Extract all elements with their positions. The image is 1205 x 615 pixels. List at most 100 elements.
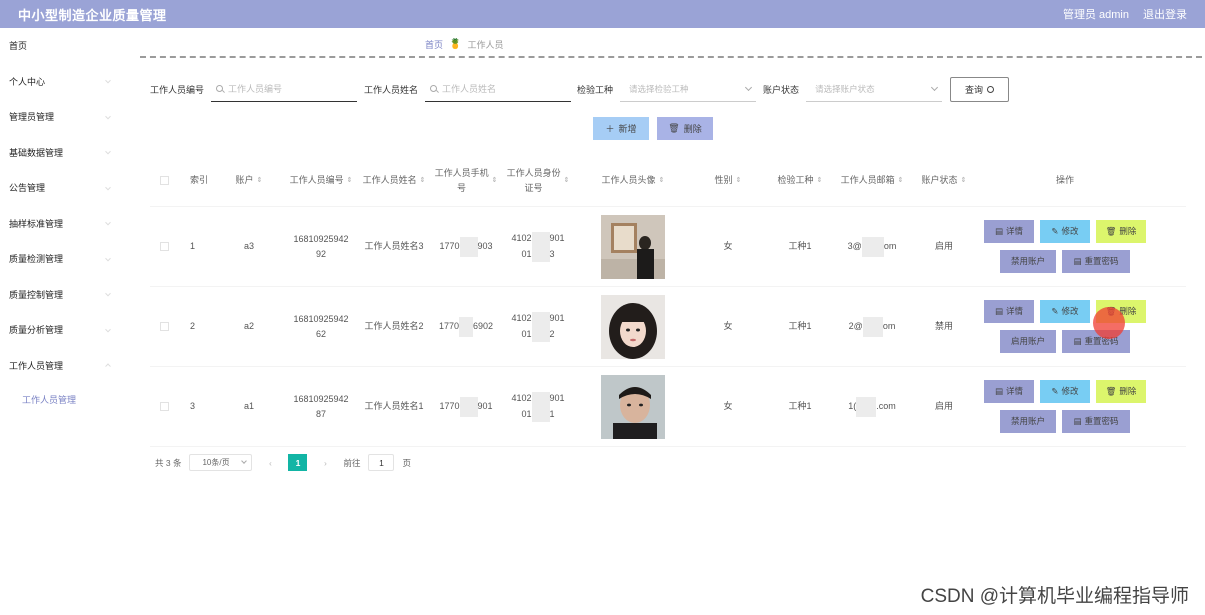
header-staff-name[interactable]: 工作人员姓名 ⇕ xyxy=(358,155,430,206)
add-button[interactable]: ＋新增 xyxy=(593,117,649,140)
detail-button[interactable]: ▤ 详情 xyxy=(984,220,1034,243)
staff-id-line2: 87 xyxy=(315,408,326,419)
reset-password-button[interactable]: ▤ 重置密码 xyxy=(1062,410,1130,433)
staff-id-input[interactable]: 工作人员编号 xyxy=(211,77,358,102)
header-label: 操作 xyxy=(1055,175,1074,185)
sidebar-item-notice[interactable]: 公告管理 xyxy=(0,170,122,206)
pagination: 共 3 条 10条/页 ‹ 1 › 前往 1 页 xyxy=(155,454,411,471)
toggle-account-button[interactable]: 禁用账户 xyxy=(1000,250,1056,273)
sidebar-subitem-staff-management[interactable]: 工作人员管理 xyxy=(0,383,122,415)
query-button[interactable]: 查询 xyxy=(950,77,1009,102)
document-icon: ▤ xyxy=(1073,336,1082,346)
watermark: CSDN @计算机毕业编程指导师 xyxy=(920,586,1189,607)
sidebar-item-admin[interactable]: 管理员管理 xyxy=(0,99,122,135)
account-status-select[interactable]: 请选择账户状态 xyxy=(806,77,943,102)
header-email[interactable]: 工作人员邮箱 ⇕ xyxy=(836,155,908,206)
sort-icon[interactable]: ⇕ xyxy=(257,173,263,188)
header-label: 索引 xyxy=(190,175,209,185)
search-icon xyxy=(216,85,224,92)
redaction xyxy=(531,246,550,262)
sort-icon[interactable]: ⇕ xyxy=(347,173,353,188)
sidebar-item-home[interactable]: 首页 xyxy=(0,28,122,64)
sort-icon[interactable]: ⇕ xyxy=(492,173,498,188)
action-row: ＋新增 🗑 删除 xyxy=(593,117,713,140)
sidebar-item-quality-analysis[interactable]: 质量分析管理 xyxy=(0,312,122,348)
redaction xyxy=(459,236,478,257)
toggle-account-button[interactable]: 启用账户 xyxy=(1000,330,1056,353)
app-title: 中小型制造企业质量管理 xyxy=(18,7,167,23)
select-all-checkbox[interactable] xyxy=(159,176,169,185)
header-phone[interactable]: 工作人员手机号 ⇕ xyxy=(430,155,502,206)
detail-button[interactable]: ▤ 详情 xyxy=(984,380,1034,403)
header-idcard[interactable]: 工作人员身份证号 ⇕ xyxy=(502,155,574,206)
toggle-account-button[interactable]: 禁用账户 xyxy=(1000,410,1056,433)
header-gender[interactable]: 性别 ⇕ xyxy=(692,155,764,206)
row-checkbox[interactable] xyxy=(159,402,169,411)
sidebar-item-profile[interactable]: 个人中心 xyxy=(0,64,122,100)
delete-label: 删除 xyxy=(1119,386,1137,396)
row-checkbox-cell xyxy=(150,367,178,446)
page-size-select[interactable]: 10条/页 xyxy=(189,454,253,471)
cell-phone: 1770 6902 xyxy=(430,287,502,366)
pencil-icon: ✎ xyxy=(1051,386,1059,396)
cell-account: a3 xyxy=(243,241,254,251)
header-label: 工作人员身份证号 xyxy=(506,167,561,193)
row-checkbox[interactable] xyxy=(159,242,169,251)
inspection-type-select[interactable]: 请选择检验工种 xyxy=(620,77,757,102)
reset-password-label: 重置密码 xyxy=(1084,416,1119,426)
header-staff-id[interactable]: 工作人员编号 ⇕ xyxy=(284,155,358,206)
batch-delete-button[interactable]: 🗑 删除 xyxy=(657,117,713,140)
phone-prefix: 1770 xyxy=(439,401,460,411)
sort-icon[interactable]: ⇕ xyxy=(817,173,823,188)
trash-icon: 🗑 xyxy=(1105,226,1117,236)
logout-link[interactable]: 退出登录 xyxy=(1143,6,1187,22)
sidebar-item-label: 质量检测管理 xyxy=(9,254,64,265)
header-status[interactable]: 账户状态 ⇕ xyxy=(908,155,980,206)
sort-icon[interactable]: ⇕ xyxy=(564,173,570,188)
next-page-icon[interactable]: › xyxy=(315,458,335,468)
header-label: 性别 xyxy=(714,175,733,185)
breadcrumb-home[interactable]: 首页 xyxy=(425,38,443,51)
sidebar-item-quality-check[interactable]: 质量检测管理 xyxy=(0,241,122,277)
idcard-part: 4102 xyxy=(511,313,532,324)
sort-icon[interactable]: ⇕ xyxy=(420,173,426,188)
sidebar-item-basic-data[interactable]: 基础数据管理 xyxy=(0,135,122,171)
detail-button[interactable]: ▤ 详情 xyxy=(984,300,1034,323)
inspection-type-placeholder: 请选择检验工种 xyxy=(629,83,689,94)
staff-name-input[interactable]: 工作人员姓名 xyxy=(425,77,572,102)
operations-row: ▤详情 ✎修改 🗑删除 xyxy=(984,220,1146,243)
avatar[interactable] xyxy=(601,294,665,359)
sidebar-item-sampling[interactable]: 抽样标准管理 xyxy=(0,206,122,242)
toggle-account-label: 禁用账户 xyxy=(1010,256,1045,266)
plus-icon: ＋ xyxy=(605,124,615,134)
staff-id-line1: 16810925942 xyxy=(293,233,349,244)
sort-icon[interactable]: ⇕ xyxy=(898,173,904,188)
sidebar-item-quality-control[interactable]: 质量控制管理 xyxy=(0,277,122,313)
add-button-label: 新增 xyxy=(618,124,637,134)
header-inspection-type[interactable]: 检验工种 ⇕ xyxy=(764,155,836,206)
prev-page-icon[interactable]: ‹ xyxy=(260,458,280,468)
delete-button[interactable]: 🗑删除 xyxy=(1096,380,1146,403)
edit-button[interactable]: ✎ 修改 xyxy=(1040,300,1090,323)
row-checkbox[interactable] xyxy=(159,322,169,331)
reset-password-label: 重置密码 xyxy=(1084,256,1119,266)
delete-button[interactable]: 🗑删除 xyxy=(1096,220,1146,243)
sort-icon[interactable]: ⇕ xyxy=(659,173,665,188)
admin-label[interactable]: 管理员 admin xyxy=(1063,6,1129,22)
edit-button[interactable]: ✎ 修改 xyxy=(1040,380,1090,403)
idcard-part: 1 xyxy=(549,408,555,419)
avatar[interactable] xyxy=(601,374,665,439)
sidebar-item-staff[interactable]: 工作人员管理 xyxy=(0,348,122,384)
operations-row: 禁用账户 ▤ 重置密码 xyxy=(1000,250,1130,273)
avatar[interactable] xyxy=(601,214,665,279)
sort-icon[interactable]: ⇕ xyxy=(736,173,742,188)
goto-page-input[interactable]: 1 xyxy=(368,454,395,471)
email-suffix: .com xyxy=(876,401,896,411)
header-avatar[interactable]: 工作人员头像 ⇕ xyxy=(574,155,692,206)
edit-button[interactable]: ✎ 修改 xyxy=(1040,220,1090,243)
divider xyxy=(140,56,1202,58)
sort-icon[interactable]: ⇕ xyxy=(961,173,967,188)
reset-password-button[interactable]: ▤ 重置密码 xyxy=(1062,250,1130,273)
header-account[interactable]: 账户 ⇕ xyxy=(214,155,284,206)
page-1-button[interactable]: 1 xyxy=(288,454,308,471)
